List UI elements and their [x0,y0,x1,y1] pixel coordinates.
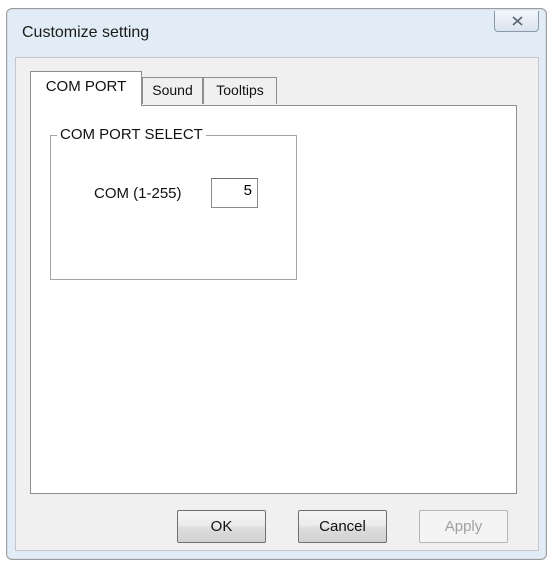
cropped-caption [0,0,555,6]
tab-sound[interactable]: Sound [142,77,203,104]
tab-tooltips[interactable]: Tooltips [203,77,277,104]
com-port-input[interactable] [211,178,258,208]
tab-com-port[interactable]: COM PORT [30,71,142,106]
title-bar: Customize setting [7,9,546,57]
window-title: Customize setting [22,24,150,41]
cancel-button[interactable]: Cancel [298,510,387,543]
tab-tooltips-label: Tooltips [216,82,264,98]
tab-com-port-label: COM PORT [45,78,127,95]
com-port-select-group: COM PORT SELECT COM (1-255) [50,126,297,280]
ok-button[interactable]: OK [177,510,266,543]
dialog-window: Customize setting COM PORT Sound Tooltip… [6,8,547,560]
dialog-client-area: COM PORT Sound Tooltips COM PORT SELECT … [15,57,539,551]
apply-button[interactable]: Apply [419,510,508,543]
close-button[interactable] [494,11,539,32]
tab-sound-label: Sound [152,82,193,98]
com-label: COM (1-255) [94,185,182,202]
tab-panel-com-port: COM PORT SELECT COM (1-255) [30,105,517,494]
close-icon [512,16,523,26]
group-title: COM PORT SELECT [57,126,206,144]
